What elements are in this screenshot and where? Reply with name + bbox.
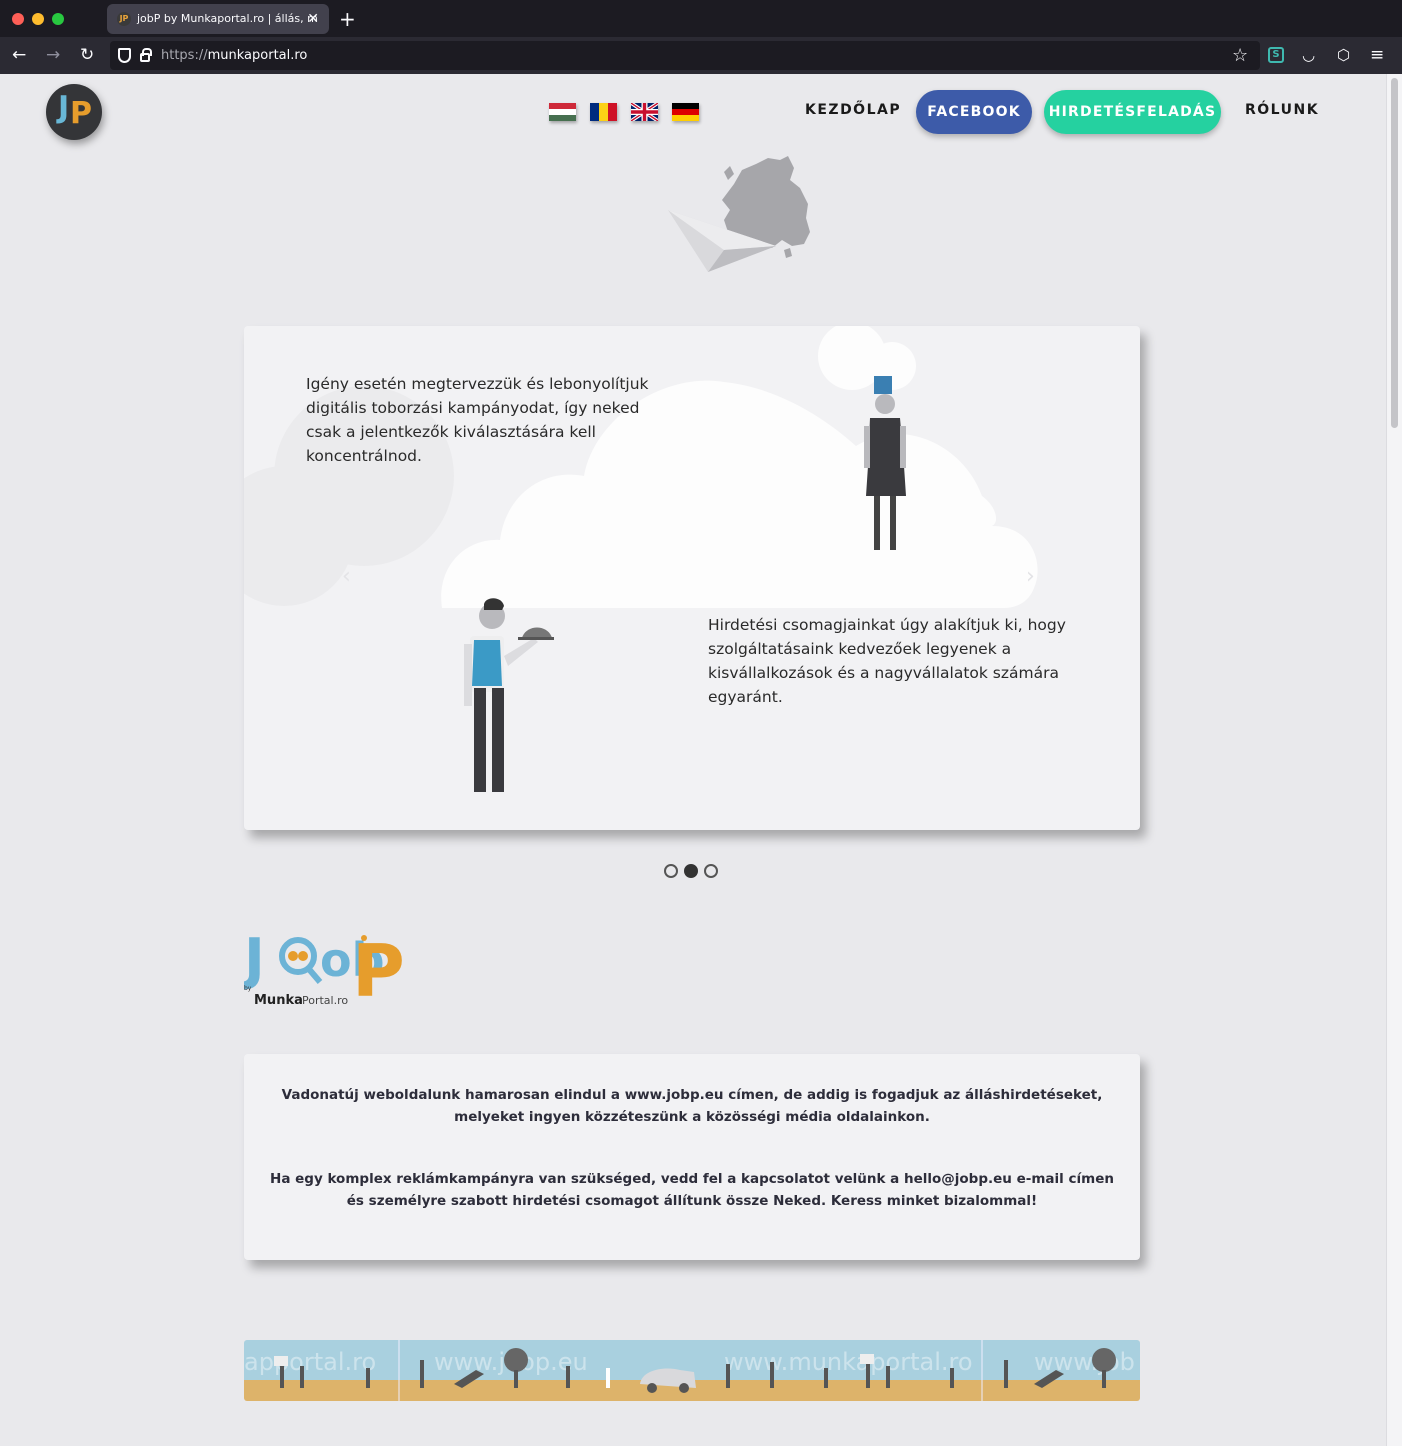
waiter-figure [464,598,554,792]
facebook-button[interactable]: FACEBOOK [916,90,1032,134]
url-text: https://munkaportal.ro [161,48,308,63]
nav-about-link[interactable]: RÓLUNK [1245,102,1319,118]
new-tab-button[interactable]: + [339,4,356,34]
svg-text:by: by [244,985,252,992]
address-bar[interactable]: https://munkaportal.ro [110,41,1260,70]
shield-icon[interactable] [118,48,131,63]
scrollbar-thumb[interactable] [1391,78,1398,428]
browser-tab[interactable]: JP jobP by Munkaportal.ro | állás, m ✕ [107,4,329,34]
hungary-flag-icon[interactable] [549,103,576,121]
extensions-icon[interactable]: ⬡ [1337,37,1350,74]
tab-favicon-icon: JP [117,12,131,26]
browser-titlebar: JP jobP by Munkaportal.ro | állás, m ✕ + [0,0,1402,37]
info-card: Vadonatúj weboldalunk hamarosan elindul … [244,1054,1140,1260]
site-logo[interactable]: J P [46,84,102,140]
nav-home-link[interactable]: KEZDŐLAP [805,102,901,118]
page-content: J P KEZDŐLAP FACEBOOK HIRDETÉSFELADÁS RÓ… [0,74,1386,1446]
svg-text:J: J [244,927,265,992]
carousel-next-arrow-icon[interactable]: › [1026,564,1035,589]
carousel-dot-3[interactable] [704,864,718,878]
svg-text:Portal.ro: Portal.ro [302,994,348,1007]
carousel-dot-2[interactable] [684,864,698,878]
reload-icon[interactable]: ↻ [80,37,94,74]
carousel-slide-text-1: Igény esetén megtervezzük és lebonyolítj… [306,375,649,465]
info-paragraph-2: Ha egy komplex reklámkampányra van szüks… [270,1171,1114,1209]
carousel-prev-arrow-icon[interactable]: ‹ [342,564,351,589]
close-tab-icon[interactable]: ✕ [307,4,319,34]
lock-icon[interactable] [140,48,152,62]
post-ad-button[interactable]: HIRDETÉSFELADÁS [1044,90,1221,134]
romania-flag-icon[interactable] [590,103,617,121]
menu-icon[interactable]: ≡ [1370,37,1384,74]
jobp-brand-logo: J ob P by Munka Portal.ro [244,927,405,1008]
carousel: Igény esetén megtervezzük és lebonyolítj… [244,326,1140,830]
extension-s-icon[interactable]: S [1268,47,1284,63]
pocket-icon[interactable]: ◡ [1302,37,1315,74]
info-paragraph-1: Vadonatúj weboldalunk hamarosan elindul … [281,1087,1103,1125]
logo-letter-j: J [58,90,70,125]
svg-text:apportal.ro: apportal.ro [244,1348,376,1376]
minimize-window-button[interactable] [32,13,44,25]
browser-toolbar: ← → ↻ https://munkaportal.ro ☆ S ◡ ⬡ ≡ [0,37,1402,74]
zoom-window-button[interactable] [52,13,64,25]
germany-flag-icon[interactable] [672,103,699,121]
tab-title: jobP by Munkaportal.ro | állás, m [137,12,318,25]
carousel-dot-1[interactable] [664,864,678,878]
svg-text:www.job: www.job [1034,1348,1135,1376]
europe-map-paper-plane-illustration [668,156,810,272]
logo-letter-p: P [70,96,92,131]
forward-icon[interactable]: → [46,37,60,74]
svg-text:P: P [352,929,405,1008]
footer-illustration-banner: apportal.ro www.jobp.eu www.munkaportal.… [244,1340,1140,1401]
carousel-slide-text-2: Hirdetési csomagjainkat úgy alakítjuk ki… [708,616,1066,706]
svg-text:www.munkaportal.ro: www.munkaportal.ro [724,1348,973,1376]
back-icon[interactable]: ← [12,37,26,74]
page-scrollbar[interactable] [1386,74,1402,1446]
bookmark-star-icon[interactable]: ☆ [1232,37,1248,74]
uk-flag-icon[interactable] [631,103,658,121]
close-window-button[interactable] [12,13,24,25]
svg-text:Munka: Munka [254,993,303,1008]
